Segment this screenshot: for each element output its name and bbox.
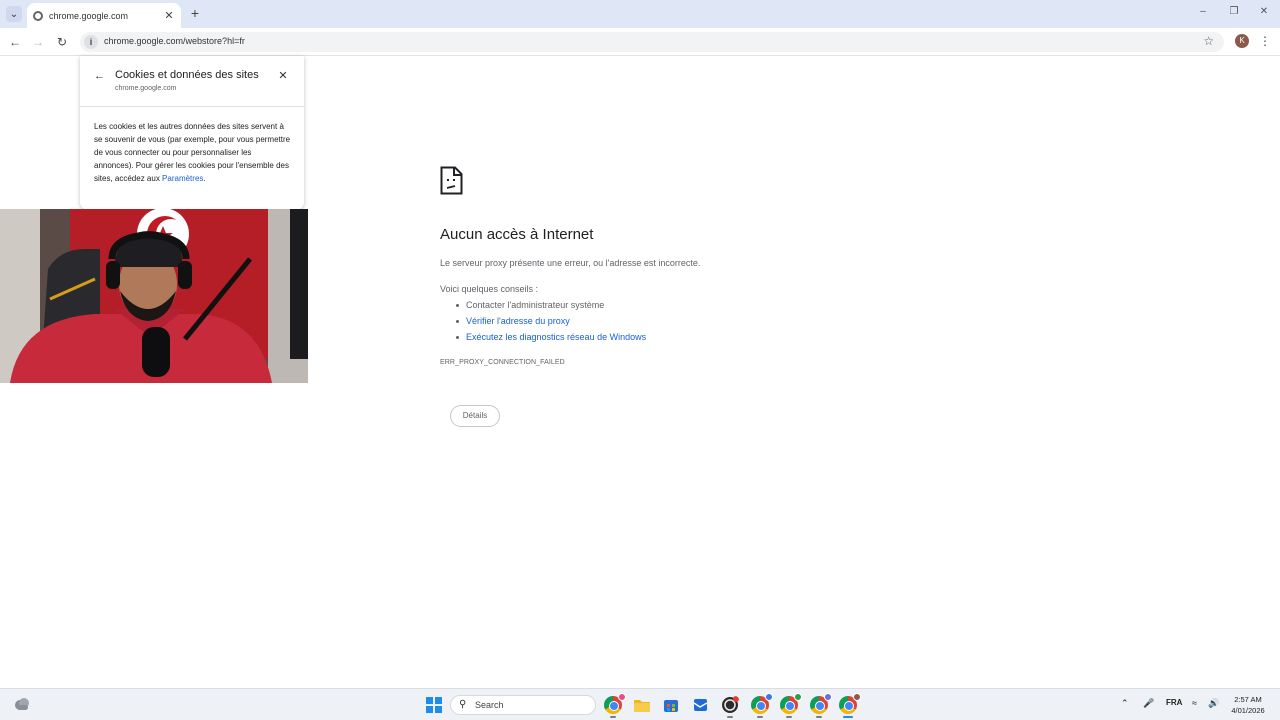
chrome-app-icon[interactable] [604,693,626,714]
error-code: ERR_PROXY_CONNECTION_FAILED [440,359,565,366]
store-app-icon[interactable] [662,696,680,714]
clock-date: 4/01/2026 [1231,706,1265,715]
list-item: Exécutez les diagnostics réseau de Windo… [455,332,646,348]
chrome-profile-icon[interactable] [751,693,773,714]
details-button[interactable]: Détails [450,405,500,427]
back-arrow-icon[interactable]: ← [7,34,23,50]
tip-run-diagnostics-link[interactable]: Exécutez les diagnostics réseau de Windo… [466,332,646,342]
profile-badge [853,693,861,701]
close-tab-icon[interactable]: ✕ [163,9,175,22]
profile-avatar[interactable]: K [1235,34,1249,48]
list-item: Vérifier l'adresse du proxy [455,316,646,332]
sad-document-icon [440,166,463,195]
settings-link[interactable]: Paramètres [162,174,203,183]
tips-label: Voici quelques conseils : [440,284,539,294]
outlook-app-icon[interactable] [691,696,709,714]
tips-list: Contacter l'administrateur système Vérif… [455,300,646,348]
tab-title: chrome.google.com [49,10,129,21]
profile-badge [824,693,832,701]
language-indicator[interactable]: FRA [1166,698,1182,707]
tip-contact-admin: Contacter l'administrateur système [466,300,605,310]
profile-badge [794,693,802,701]
popup-period: . [203,174,206,183]
close-icon[interactable]: ✕ [277,69,289,82]
minimize-icon[interactable]: – [1196,6,1210,17]
running-indicator [610,716,616,718]
error-title: Aucun accès à Internet [440,226,594,243]
list-item: Contacter l'administrateur système [455,300,646,316]
windows-taskbar: ⚲ Search ⌃ 🎤 FRA ≈ 🔊 2:57 AM 4/01/2026 [0,688,1280,720]
chevron-up-icon[interactable]: ⌃ [1121,698,1129,709]
globe-icon [33,10,43,21]
tab-active[interactable]: chrome.google.com ✕ [27,3,181,28]
address-bar[interactable]: i chrome.google.com/webstore?hl=fr ☆ [80,32,1224,52]
volume-icon[interactable]: 🔊 [1208,698,1219,709]
forward-arrow-icon[interactable]: → [30,34,46,50]
site-info-icon[interactable]: i [84,35,98,49]
chrome-profile-icon[interactable] [810,693,832,714]
taskbar-search-placeholder: Search [475,700,504,710]
profile-badge [765,693,773,701]
running-indicator [786,716,792,718]
browser-toolbar: ← → ↻ i chrome.google.com/webstore?hl=fr… [0,28,1280,56]
taskbar-search-input[interactable]: ⚲ Search [450,695,596,715]
tip-check-proxy-link[interactable]: Vérifier l'adresse du proxy [466,316,570,326]
obs-recorder-icon[interactable] [721,696,739,714]
error-description: Le serveur proxy présente une erreur, ou… [440,258,701,268]
notification-badge [618,693,626,701]
webcam-person-image [0,209,308,383]
microphone-icon[interactable]: 🎤 [1143,698,1154,709]
more-menu-icon[interactable]: ⋮ [1259,33,1271,49]
divider [80,106,304,107]
windows-start-icon[interactable] [426,697,442,713]
back-arrow-icon[interactable]: ← [94,70,105,82]
tab-strip: ⌄ chrome.google.com ✕ + – ❐ ✕ [0,0,1280,28]
popup-domain: chrome.google.com [115,85,177,92]
file-explorer-icon[interactable] [633,696,651,714]
url-text[interactable]: chrome.google.com/webstore?hl=fr [104,36,245,46]
popup-title: Cookies et données des sites [115,69,259,81]
widgets-cloud-icon[interactable] [14,697,30,711]
cookies-popup: ← Cookies et données des sites chrome.go… [80,56,304,210]
chrome-active-icon[interactable] [839,693,861,714]
reload-icon[interactable]: ↻ [54,34,70,50]
running-indicator [816,716,822,718]
close-window-icon[interactable]: ✕ [1257,6,1271,17]
new-tab-button[interactable]: + [188,6,202,20]
running-indicator [757,716,763,718]
restore-icon[interactable]: ❐ [1227,6,1241,17]
tab-search-chevron-icon[interactable]: ⌄ [6,6,22,22]
search-icon: ⚲ [459,699,467,710]
active-indicator [843,716,853,718]
chrome-profile-icon[interactable] [780,693,802,714]
wifi-icon[interactable]: ≈ [1192,698,1197,708]
clock[interactable]: 2:57 AM 4/01/2026 [1226,694,1270,716]
clock-time: 2:57 AM [1234,695,1262,704]
webcam-overlay [0,209,308,383]
bookmark-star-icon[interactable]: ☆ [1203,34,1214,48]
popup-description: Les cookies et les autres données des si… [94,120,292,185]
running-indicator [727,716,733,718]
